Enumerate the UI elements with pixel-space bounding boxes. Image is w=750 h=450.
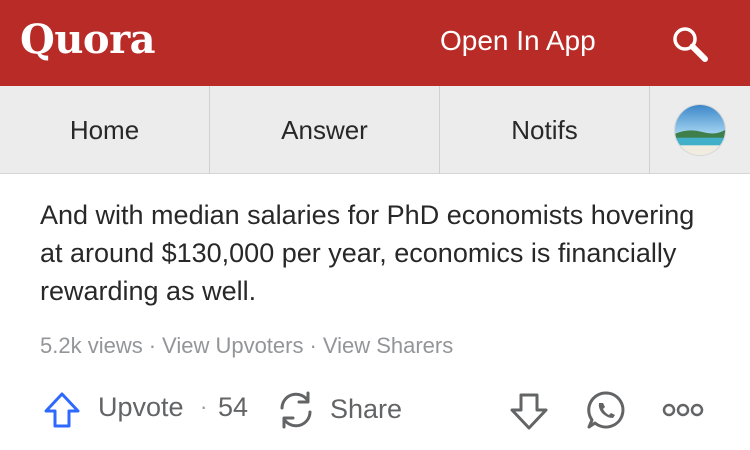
- avatar[interactable]: [674, 104, 726, 156]
- answer-action-bar: Upvote · 54 Share: [0, 380, 750, 436]
- top-header: Quora Open In App: [0, 0, 750, 86]
- open-in-app-link[interactable]: Open In App: [440, 24, 596, 58]
- search-icon[interactable]: [668, 22, 712, 66]
- more-options-icon[interactable]: [662, 402, 704, 418]
- upvote-count: 54: [218, 392, 249, 422]
- upvote-button[interactable]: Upvote: [98, 390, 184, 424]
- view-sharers-link[interactable]: View Sharers: [323, 333, 453, 358]
- view-upvoters-link[interactable]: View Upvoters: [162, 333, 303, 358]
- views-count: 5.2k views: [40, 333, 143, 358]
- answer-text: And with median salaries for PhD economi…: [40, 200, 695, 306]
- downvote-icon[interactable]: [508, 390, 550, 432]
- tab-notifs[interactable]: Notifs: [440, 86, 650, 174]
- share-button[interactable]: Share: [330, 392, 402, 426]
- profile-avatar-container: [650, 86, 750, 174]
- answer-meta: 5.2k views · View Upvoters · View Sharers: [40, 332, 453, 360]
- tab-home[interactable]: Home: [0, 86, 210, 174]
- tab-answer[interactable]: Answer: [210, 86, 440, 174]
- meta-separator: ·: [309, 333, 317, 358]
- whatsapp-icon[interactable]: [584, 388, 628, 432]
- meta-separator: ·: [148, 333, 157, 358]
- upvote-icon[interactable]: [42, 390, 82, 430]
- nav-bar: Home Answer Notifs: [0, 86, 750, 174]
- quora-logo[interactable]: Quora: [20, 16, 156, 64]
- upvote-separator: ·: [200, 394, 208, 419]
- share-icon[interactable]: [274, 388, 318, 432]
